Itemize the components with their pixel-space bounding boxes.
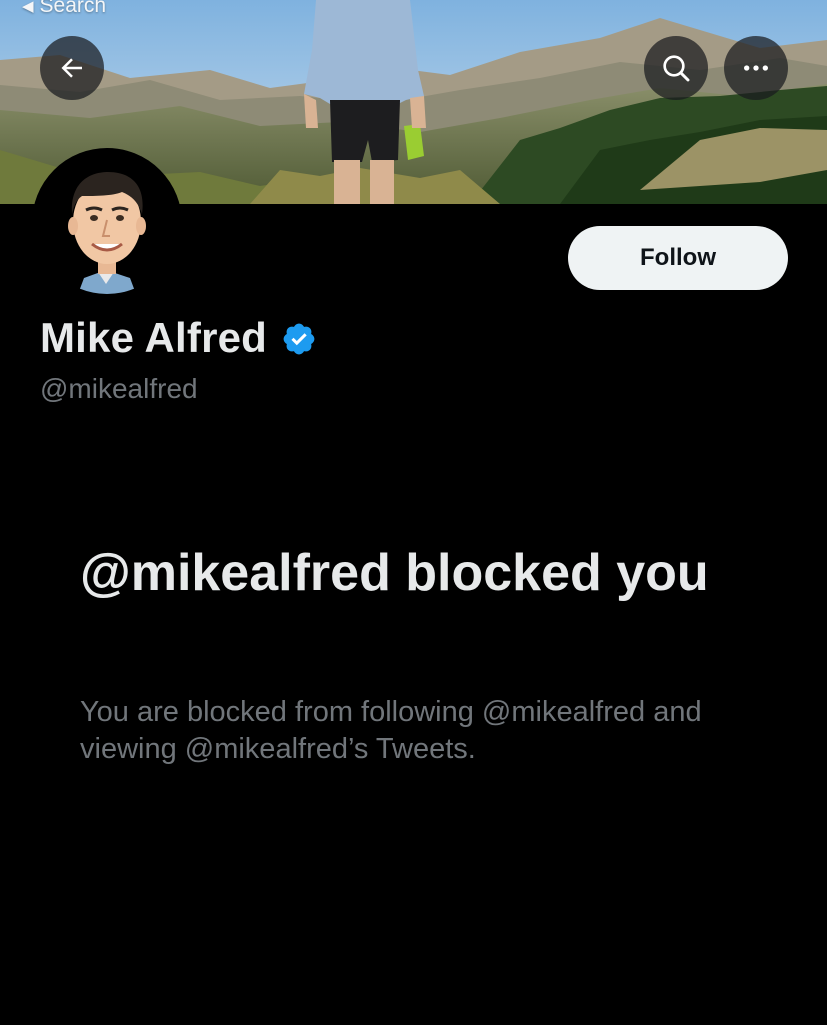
search-icon <box>663 55 690 82</box>
more-options-button[interactable] <box>724 36 788 100</box>
profile-name-row: Mike Alfred <box>40 314 317 362</box>
follow-button[interactable]: Follow <box>568 226 788 290</box>
profile-display-name: Mike Alfred <box>40 314 268 361</box>
blocked-notice-description: You are blocked from following @mikealfr… <box>80 696 702 765</box>
profile-page: ◀ Search Follow Mike Alfred @mikealfred … <box>0 0 827 1025</box>
more-horizontal-icon <box>744 65 768 71</box>
status-bar-back-link[interactable]: ◀ Search <box>22 0 106 18</box>
back-triangle-icon: ◀ <box>22 0 34 15</box>
profile-handle: @mikealfred <box>40 373 198 404</box>
search-button[interactable] <box>644 36 708 100</box>
verified-badge-icon[interactable] <box>281 321 317 357</box>
blocked-notice-title: @mikealfred blocked you <box>80 544 709 602</box>
status-bar-back-label: Search <box>39 0 107 17</box>
arrow-left-icon <box>61 58 82 78</box>
avatar[interactable] <box>32 148 182 298</box>
back-button[interactable] <box>40 36 104 100</box>
follow-button-label: Follow <box>640 244 716 271</box>
